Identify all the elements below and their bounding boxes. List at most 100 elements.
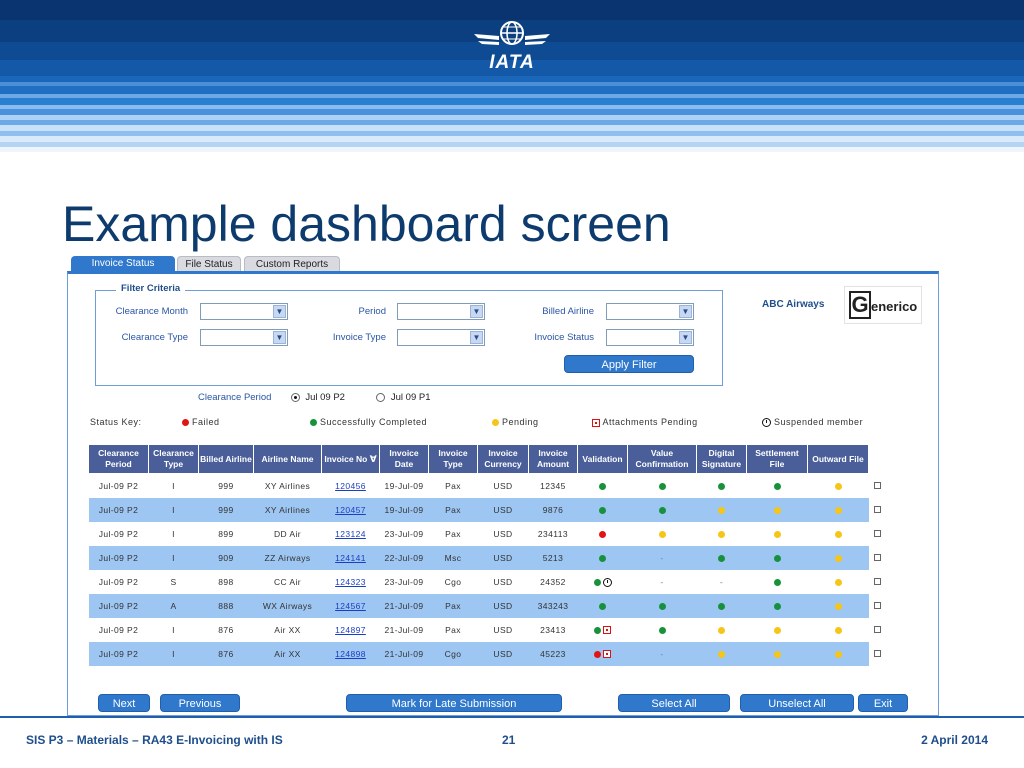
red-dot-icon — [599, 530, 606, 538]
yellow-dot-icon — [834, 483, 842, 490]
clearance-type-select[interactable]: ▼ — [200, 329, 288, 346]
cell-settlement-file — [747, 522, 808, 546]
cell-invoice-date: 23-Jul-09 — [384, 576, 424, 587]
col-outward-file[interactable]: Outward File — [807, 444, 869, 474]
invoice-type-select[interactable]: ▼ — [397, 329, 485, 346]
row-checkbox[interactable] — [874, 481, 881, 489]
status-pending: Pending — [492, 417, 539, 427]
unselect-all-button[interactable]: Unselect All — [740, 694, 854, 712]
cell-select — [868, 617, 887, 642]
cell-invoice-date: 23-Jul-09 — [384, 528, 424, 539]
col-airline-name[interactable]: Airline Name — [253, 444, 322, 474]
company-logo: G enerico — [844, 286, 922, 324]
row-checkbox[interactable] — [874, 625, 881, 633]
status-suspended-label: Suspended member — [774, 417, 864, 427]
cell-invoice-no[interactable]: 120456 — [322, 474, 380, 498]
sort-icon[interactable]: ∀ — [370, 454, 377, 464]
col-clearance-type[interactable]: Clearance Type — [148, 444, 199, 474]
tab-file-status[interactable]: File Status — [177, 256, 241, 272]
col-invoice-type[interactable]: Invoice Type — [428, 444, 478, 474]
tab-invoice-status[interactable]: Invoice Status — [71, 256, 175, 272]
cell-invoice-amount: 9876 — [528, 497, 578, 522]
cell-digital-signature — [696, 641, 747, 666]
apply-filter-button[interactable]: Apply Filter — [564, 355, 694, 373]
row-checkbox[interactable] — [874, 553, 881, 561]
red-dot-icon — [182, 419, 189, 427]
invoice-status-label: Invoice Status — [534, 332, 594, 343]
yellow-dot-icon — [718, 650, 725, 658]
col-validation[interactable]: Validation — [577, 444, 628, 474]
tab-custom-reports[interactable]: Custom Reports — [244, 256, 340, 272]
select-all-button[interactable]: Select All — [618, 694, 730, 712]
cell-value-confirmation: - — [628, 570, 697, 594]
cell-invoice-no[interactable]: 124141 — [321, 545, 380, 570]
cell-invoice-no[interactable]: 124898 — [321, 641, 380, 666]
col-invoice-date[interactable]: Invoice Date — [379, 444, 429, 474]
cell-digital-signature — [696, 497, 747, 522]
previous-button[interactable]: Previous — [160, 694, 240, 712]
table-row[interactable]: Jul-09 P2 I 999 XY Airlines 120456 19-Jul-09 P… — [89, 473, 887, 498]
invoice-status-select[interactable]: ▼ — [606, 329, 694, 346]
yellow-dot-icon — [834, 554, 842, 562]
company-logo-text: enerico — [871, 299, 918, 314]
green-dot-icon — [773, 554, 781, 562]
row-checkbox[interactable] — [874, 529, 881, 537]
row-checkbox[interactable] — [874, 601, 881, 609]
cell-invoice-no[interactable]: 124323 — [322, 570, 380, 594]
row-checkbox[interactable] — [874, 577, 881, 585]
cell-invoice-currency: USD — [493, 528, 513, 539]
cell-select — [868, 569, 887, 594]
row-checkbox[interactable] — [874, 505, 881, 513]
col-invoice-amount[interactable]: Invoice Amount — [528, 444, 578, 474]
period-select[interactable]: ▼ — [397, 303, 485, 320]
radio-jul09p1[interactable] — [376, 392, 386, 402]
cell-billed-airline: 999 — [218, 480, 234, 491]
col-billed-airline[interactable]: Billed Airline — [198, 444, 254, 474]
green-dot-icon — [718, 483, 725, 490]
col-invoice-no[interactable]: Invoice No ∀ — [321, 444, 380, 474]
cell-billed-airline: 909 — [198, 545, 254, 570]
clearance-type-label: Clearance Type — [121, 332, 188, 343]
table-row[interactable]: Jul-09 P2 I 999 XY Airlines 120457 19-Jul-09 P… — [88, 497, 887, 522]
yellow-dot-icon — [658, 530, 666, 538]
billed-airline-select[interactable]: ▼ — [606, 303, 694, 320]
green-dot-icon — [593, 578, 601, 586]
filter-legend: Filter Criteria — [116, 283, 186, 294]
yellow-dot-icon — [773, 626, 781, 634]
cell-outward-file — [808, 522, 869, 546]
exit-button[interactable]: Exit — [858, 694, 908, 712]
cell-value-confirmation: - — [627, 641, 697, 666]
clearance-period-label: Clearance Period — [198, 392, 272, 403]
radio-jul09p2[interactable] — [290, 392, 300, 402]
cell-digital-signature — [697, 618, 747, 642]
table-row[interactable]: Jul-09 P2 A 888 WX Airways 124567 21-Jul-09 Pa… — [88, 593, 887, 618]
row-checkbox[interactable] — [874, 649, 881, 657]
col-invoice-currency[interactable]: Invoice Currency — [477, 444, 529, 474]
green-dot-icon — [599, 483, 606, 490]
green-dot-icon — [658, 506, 666, 514]
cell-invoice-no[interactable]: 123124 — [322, 522, 380, 546]
clearance-month-select[interactable]: ▼ — [200, 303, 288, 320]
mark-late-submission-button[interactable]: Mark for Late Submission — [346, 694, 562, 712]
green-dot-icon — [599, 554, 606, 562]
cell-invoice-no[interactable]: 120457 — [321, 497, 380, 522]
cell-invoice-date: 19-Jul-09 — [384, 480, 424, 491]
slide-title: Example dashboard screen — [62, 196, 671, 252]
table-row[interactable]: Jul-09 P2 I 899 DD Air 123124 23-Jul-09 Pax USD… — [89, 521, 887, 546]
col-settlement-file[interactable]: Settlement File — [746, 444, 808, 474]
yellow-dot-icon — [718, 506, 725, 514]
table-row[interactable]: Jul-09 P2 I 909 ZZ Airways 124141 22-Jul-09 Ms… — [88, 545, 887, 570]
cell-clearance-type: I — [172, 528, 175, 539]
cell-invoice-type: Pax — [428, 497, 478, 522]
cell-invoice-type: Msc — [428, 545, 478, 570]
table-row[interactable]: Jul-09 P2 I 876 Air XX 124898 21-Jul-09 Cgo USD… — [88, 641, 887, 666]
table-row[interactable]: Jul-09 P2 I 876 Air XX 124897 21-Jul-09 Pax USD… — [89, 617, 887, 642]
cell-invoice-currency: USD — [477, 641, 529, 666]
col-clearance-period[interactable]: Clearance Period — [88, 444, 149, 474]
cell-invoice-no[interactable]: 124897 — [322, 618, 380, 642]
col-digital-signature[interactable]: Digital Signature — [696, 444, 747, 474]
table-row[interactable]: Jul-09 P2 S 898 CC Air 124323 23-Jul-09 Cgo USD… — [89, 569, 887, 594]
col-value-confirmation[interactable]: Value Confirmation — [627, 444, 697, 474]
next-button[interactable]: Next — [98, 694, 150, 712]
cell-invoice-no[interactable]: 124567 — [321, 593, 380, 618]
